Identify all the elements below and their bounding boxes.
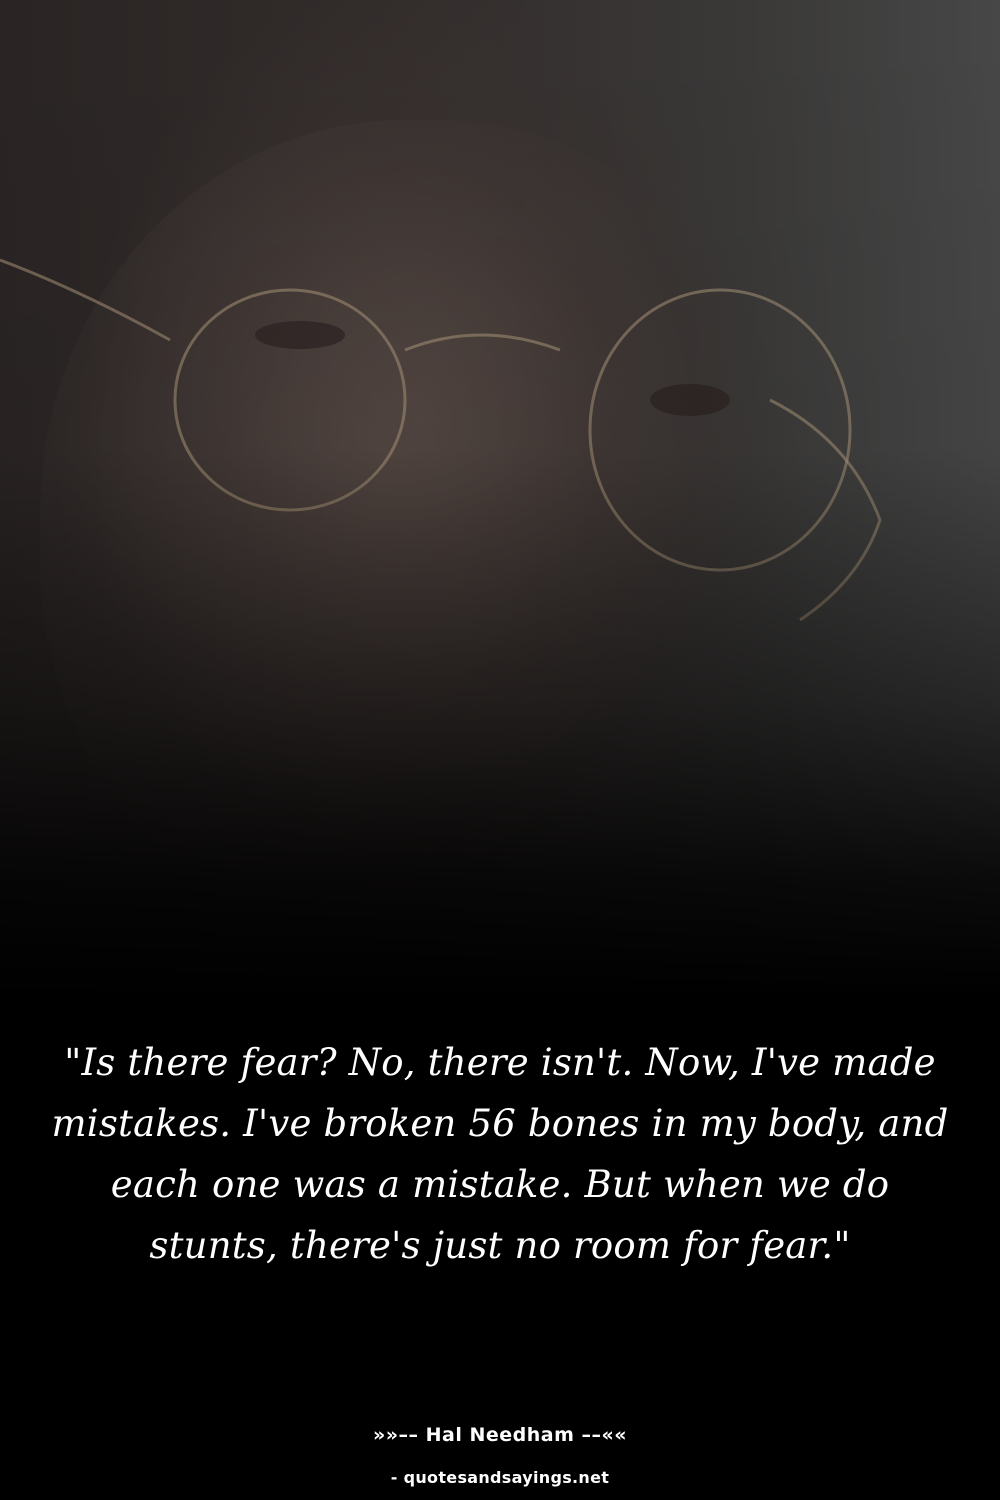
quote-text: "Is there fear? No, there isn't. Now, I'… <box>51 1041 949 1267</box>
source-watermark: - quotesandsayings.net <box>390 1468 610 1487</box>
quote-card: "Is there fear? No, there isn't. Now, I'… <box>0 0 1000 1500</box>
author-attribution: »»–– Hal Needham ––«« <box>372 1424 628 1446</box>
background-photo <box>0 0 1000 1000</box>
background-fade <box>0 0 1000 1000</box>
